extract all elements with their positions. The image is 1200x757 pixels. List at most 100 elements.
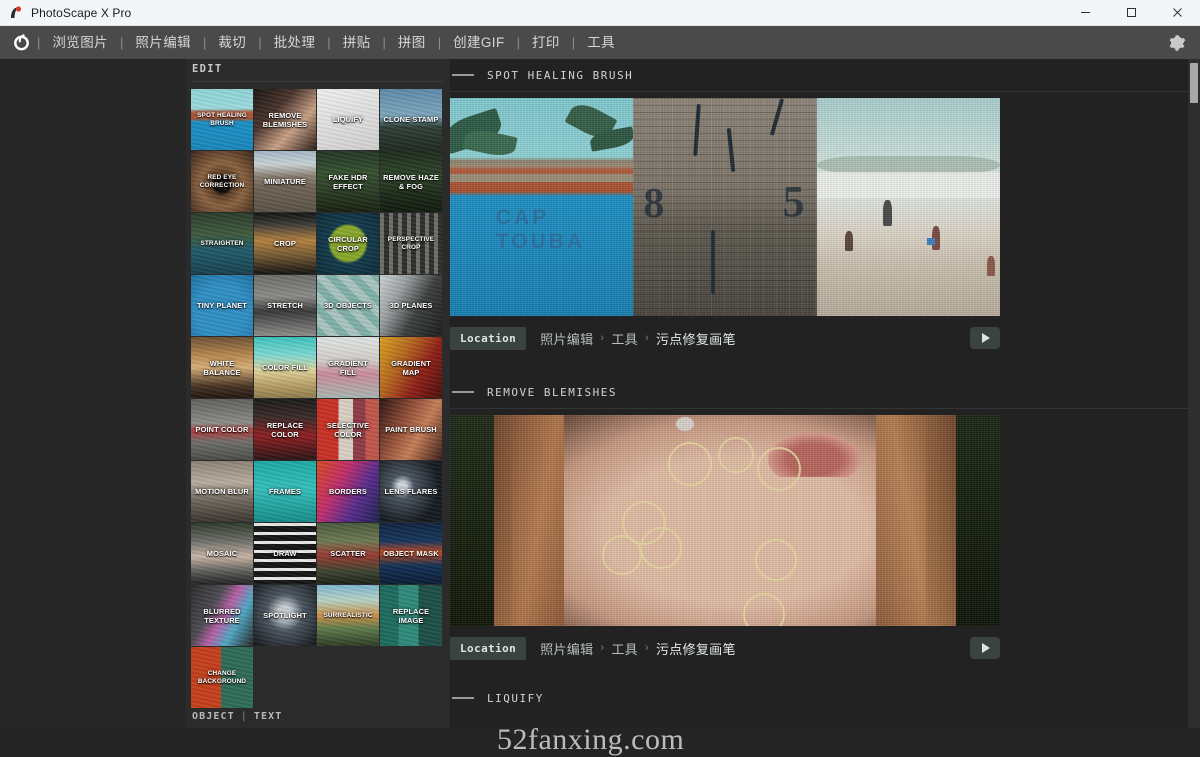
tool-tile[interactable]: CHANGE BACKGROUND bbox=[191, 647, 253, 708]
tool-tile[interactable]: WHITE BALANCE bbox=[191, 337, 253, 398]
tool-tile-label: SPOTLIGHT bbox=[263, 611, 307, 620]
tool-tile[interactable]: REMOVE BLEMISHES bbox=[254, 89, 316, 150]
tool-tile[interactable]: REPLACE COLOR bbox=[254, 399, 316, 460]
preview-image-brick-wall: 8 5 bbox=[633, 98, 817, 316]
tool-tile[interactable]: POINT COLOR bbox=[191, 399, 253, 460]
menu-batch[interactable]: 批处理 bbox=[263, 26, 327, 59]
tool-tile-label: STRETCH bbox=[267, 301, 303, 310]
breadcrumb-item-1[interactable]: 照片编辑 bbox=[540, 639, 593, 658]
tool-tile[interactable]: 3D PLANES bbox=[380, 275, 442, 336]
window-title: PhotoScape X Pro bbox=[31, 5, 132, 20]
tool-tile-label: REPLACE IMAGE bbox=[392, 606, 430, 625]
tool-tile-label: CIRCULAR CROP bbox=[328, 234, 368, 253]
palette-divider bbox=[192, 81, 444, 82]
blemish-circle bbox=[602, 535, 642, 575]
breadcrumb-item-1[interactable]: 照片编辑 bbox=[540, 329, 593, 348]
tool-tile-label: SCATTER bbox=[330, 549, 366, 558]
tool-tile[interactable]: CIRCULAR CROP bbox=[317, 213, 379, 274]
tool-tile[interactable]: BLURRED TEXTURE bbox=[191, 585, 253, 646]
main-menu-bar: | 浏览图片 | 照片编辑 | 裁切 | 批处理 | 拼贴 | 拼图 | 创建GIF | 打印 | 工具 bbox=[0, 26, 1200, 59]
tool-tile[interactable]: SPOT HEALING BRUSH bbox=[191, 89, 253, 150]
tool-tile-label: PERSPECTIVE CROP bbox=[387, 235, 435, 251]
palette-tab-text[interactable]: TEXT bbox=[254, 711, 282, 722]
tool-tile[interactable]: PAINT BRUSH bbox=[380, 399, 442, 460]
maximize-icon[interactable] bbox=[1108, 0, 1154, 26]
menu-combine[interactable]: 拼图 bbox=[387, 26, 437, 59]
palette-tab-object[interactable]: OBJECT bbox=[192, 711, 235, 722]
tool-tile-label: LIQUIFY bbox=[332, 115, 364, 124]
tool-tile-label: REMOVE BLEMISHES bbox=[262, 110, 308, 129]
tool-showcase-content: SPOT HEALING BRUSH CAP TOUBA 8 5 Locatio… bbox=[450, 59, 1200, 728]
tool-tile[interactable]: FAKE HDR EFFECT bbox=[317, 151, 379, 212]
tool-tile[interactable]: CLONE STAMP bbox=[380, 89, 442, 150]
tool-tile[interactable]: SCATTER bbox=[317, 523, 379, 584]
beach-figure bbox=[844, 231, 853, 251]
preview-strip-remove-blemishes[interactable] bbox=[450, 415, 1000, 626]
tool-tile[interactable]: LENS FLARES bbox=[380, 461, 442, 522]
tool-tile[interactable]: OBJECT MASK bbox=[380, 523, 442, 584]
menu-cutout[interactable]: 裁切 bbox=[207, 26, 257, 59]
tool-tile[interactable]: TINY PLANET bbox=[191, 275, 253, 336]
menu-collage[interactable]: 拼贴 bbox=[332, 26, 382, 59]
tool-tile[interactable]: MOTION BLUR bbox=[191, 461, 253, 522]
tool-tile-label: MOSAIC bbox=[206, 549, 238, 558]
tool-tile[interactable]: GRADIENT FILL bbox=[317, 337, 379, 398]
tool-tile-label: FAKE HDR EFFECT bbox=[328, 172, 368, 191]
tool-tile-label: BLURRED TEXTURE bbox=[203, 606, 241, 625]
tool-tile[interactable]: SELECTIVE COLOR bbox=[317, 399, 379, 460]
tool-tile[interactable]: CROP bbox=[254, 213, 316, 274]
breadcrumb-item-3[interactable]: 污点修复画笔 bbox=[656, 639, 736, 658]
content-scrollbar-thumb[interactable] bbox=[1190, 63, 1198, 103]
menu-create-gif[interactable]: 创建GIF bbox=[442, 26, 516, 59]
menu-print[interactable]: 打印 bbox=[521, 26, 571, 59]
blemish-circle bbox=[743, 593, 785, 626]
beach-figure bbox=[986, 256, 995, 276]
tool-tile[interactable]: SPOTLIGHT bbox=[254, 585, 316, 646]
preview-image-cap-touba: CAP TOUBA bbox=[450, 98, 634, 316]
content-scrollbar-track[interactable] bbox=[1188, 59, 1200, 728]
play-icon[interactable] bbox=[970, 327, 1000, 349]
tool-tile-label: GRADIENT FILL bbox=[328, 358, 368, 377]
tool-tile[interactable]: 3D OBJECTS bbox=[317, 275, 379, 336]
gear-icon[interactable] bbox=[1166, 32, 1188, 54]
section-remove-blemishes: REMOVE BLEMISHES Location 照片编辑 › 工具 › 污点… bbox=[450, 376, 1200, 666]
tool-tile[interactable]: FRAMES bbox=[254, 461, 316, 522]
tool-tile[interactable]: MOSAIC bbox=[191, 523, 253, 584]
app-mark-icon[interactable] bbox=[6, 26, 36, 59]
tool-tile[interactable]: REPLACE IMAGE bbox=[380, 585, 442, 646]
menu-tools[interactable]: 工具 bbox=[576, 26, 626, 59]
tool-tile[interactable]: PERSPECTIVE CROP bbox=[380, 213, 442, 274]
tool-tile-label: RED EYE CORRECTION bbox=[199, 173, 245, 189]
tool-tile-label: SPOT HEALING BRUSH bbox=[197, 111, 247, 127]
tool-tile-label: CROP bbox=[274, 239, 296, 248]
tool-tile[interactable]: MINIATURE bbox=[254, 151, 316, 212]
play-icon[interactable] bbox=[970, 637, 1000, 659]
section-spot-healing-brush: SPOT HEALING BRUSH CAP TOUBA 8 5 Locatio… bbox=[450, 59, 1200, 356]
minimize-icon[interactable] bbox=[1062, 0, 1108, 26]
location-chip: Location bbox=[450, 326, 527, 350]
menu-browse-photos[interactable]: 浏览图片 bbox=[41, 26, 119, 59]
tool-tile[interactable]: SURREALISTIC bbox=[317, 585, 379, 646]
tool-tile-label: MOTION BLUR bbox=[195, 487, 249, 496]
tool-tile-label: FRAMES bbox=[268, 487, 302, 496]
breadcrumb-item-2[interactable]: 工具 bbox=[611, 639, 638, 658]
tool-tile[interactable]: GRADIENT MAP bbox=[380, 337, 442, 398]
tool-tile[interactable]: COLOR FILL bbox=[254, 337, 316, 398]
tool-tile[interactable]: STRAIGHTEN bbox=[191, 213, 253, 274]
tool-tile[interactable]: STRETCH bbox=[254, 275, 316, 336]
content-scroll-body: SPOT HEALING BRUSH CAP TOUBA 8 5 Locatio… bbox=[450, 59, 1200, 714]
palette-footer-separator: | bbox=[240, 711, 248, 722]
close-icon[interactable] bbox=[1154, 0, 1200, 26]
tool-tile[interactable]: BORDERS bbox=[317, 461, 379, 522]
preview-image-portrait bbox=[450, 415, 1000, 626]
preview-strip-spot-healing[interactable]: CAP TOUBA 8 5 bbox=[450, 98, 1000, 316]
breadcrumb-item-2[interactable]: 工具 bbox=[611, 329, 638, 348]
section-header: SPOT HEALING BRUSH bbox=[450, 59, 1200, 91]
tool-tile[interactable]: RED EYE CORRECTION bbox=[191, 151, 253, 212]
breadcrumb-item-3[interactable]: 污点修复画笔 bbox=[656, 329, 736, 348]
tool-tile[interactable]: DRAW bbox=[254, 523, 316, 584]
menu-photo-editor[interactable]: 照片编辑 bbox=[124, 26, 202, 59]
breadcrumb-separator: › bbox=[644, 332, 649, 344]
tool-tile[interactable]: REMOVE HAZE & FOG bbox=[380, 151, 442, 212]
tool-tile[interactable]: LIQUIFY bbox=[317, 89, 379, 150]
